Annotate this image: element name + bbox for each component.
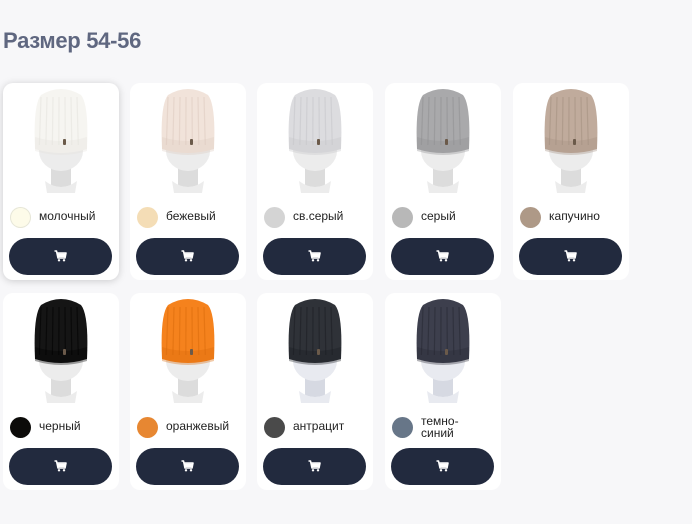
cart-icon — [181, 460, 194, 472]
cart-icon — [564, 250, 577, 262]
color-swatch — [10, 207, 31, 228]
color-swatch — [520, 207, 541, 228]
color-name: серый — [421, 209, 456, 223]
product-photo — [34, 89, 88, 193]
color-swatch — [137, 417, 158, 438]
color-swatch — [264, 417, 285, 438]
add-to-cart-button[interactable] — [519, 238, 622, 275]
cart-icon — [436, 250, 449, 262]
product-photo — [288, 299, 342, 403]
page-title: Размер 54-56 — [3, 28, 142, 53]
add-to-cart-button[interactable] — [136, 448, 239, 485]
product-photo — [416, 89, 470, 193]
product-photo — [161, 299, 215, 403]
color-swatch — [392, 207, 413, 228]
product-card[interactable]: черный — [3, 293, 119, 490]
cart-icon — [308, 250, 321, 262]
cart-icon — [181, 250, 194, 262]
add-to-cart-button[interactable] — [391, 448, 494, 485]
product-photo — [288, 89, 342, 193]
color-name: черный — [39, 419, 81, 433]
cart-icon — [54, 250, 67, 262]
product-photo — [544, 89, 598, 193]
product-grid: молочный бежевый св.серый серый капучино… — [3, 83, 643, 503]
add-to-cart-button[interactable] — [9, 448, 112, 485]
product-photo — [161, 89, 215, 193]
color-name: св.серый — [293, 209, 344, 223]
product-card[interactable]: молочный — [3, 83, 119, 280]
add-to-cart-button[interactable] — [9, 238, 112, 275]
color-name: темно- синий — [421, 414, 459, 440]
product-card[interactable]: оранжевый — [130, 293, 246, 490]
product-card[interactable]: капучино — [513, 83, 629, 280]
color-swatch — [264, 207, 285, 228]
add-to-cart-button[interactable] — [391, 238, 494, 275]
cart-icon — [308, 460, 321, 472]
color-swatch — [10, 417, 31, 438]
cart-icon — [436, 460, 449, 472]
product-card[interactable]: темно- синий — [385, 293, 501, 490]
product-photo — [416, 299, 470, 403]
add-to-cart-button[interactable] — [263, 238, 366, 275]
color-name: капучино — [549, 209, 600, 223]
product-photo — [34, 299, 88, 403]
product-card[interactable]: св.серый — [257, 83, 373, 280]
color-name: молочный — [39, 209, 96, 223]
add-to-cart-button[interactable] — [136, 238, 239, 275]
color-name: оранжевый — [166, 419, 230, 433]
color-name: бежевый — [166, 209, 216, 223]
product-card[interactable]: антрацит — [257, 293, 373, 490]
product-card[interactable]: бежевый — [130, 83, 246, 280]
cart-icon — [54, 460, 67, 472]
color-swatch — [137, 207, 158, 228]
color-swatch — [392, 417, 413, 438]
add-to-cart-button[interactable] — [263, 448, 366, 485]
color-name: антрацит — [293, 419, 345, 433]
product-card[interactable]: серый — [385, 83, 501, 280]
